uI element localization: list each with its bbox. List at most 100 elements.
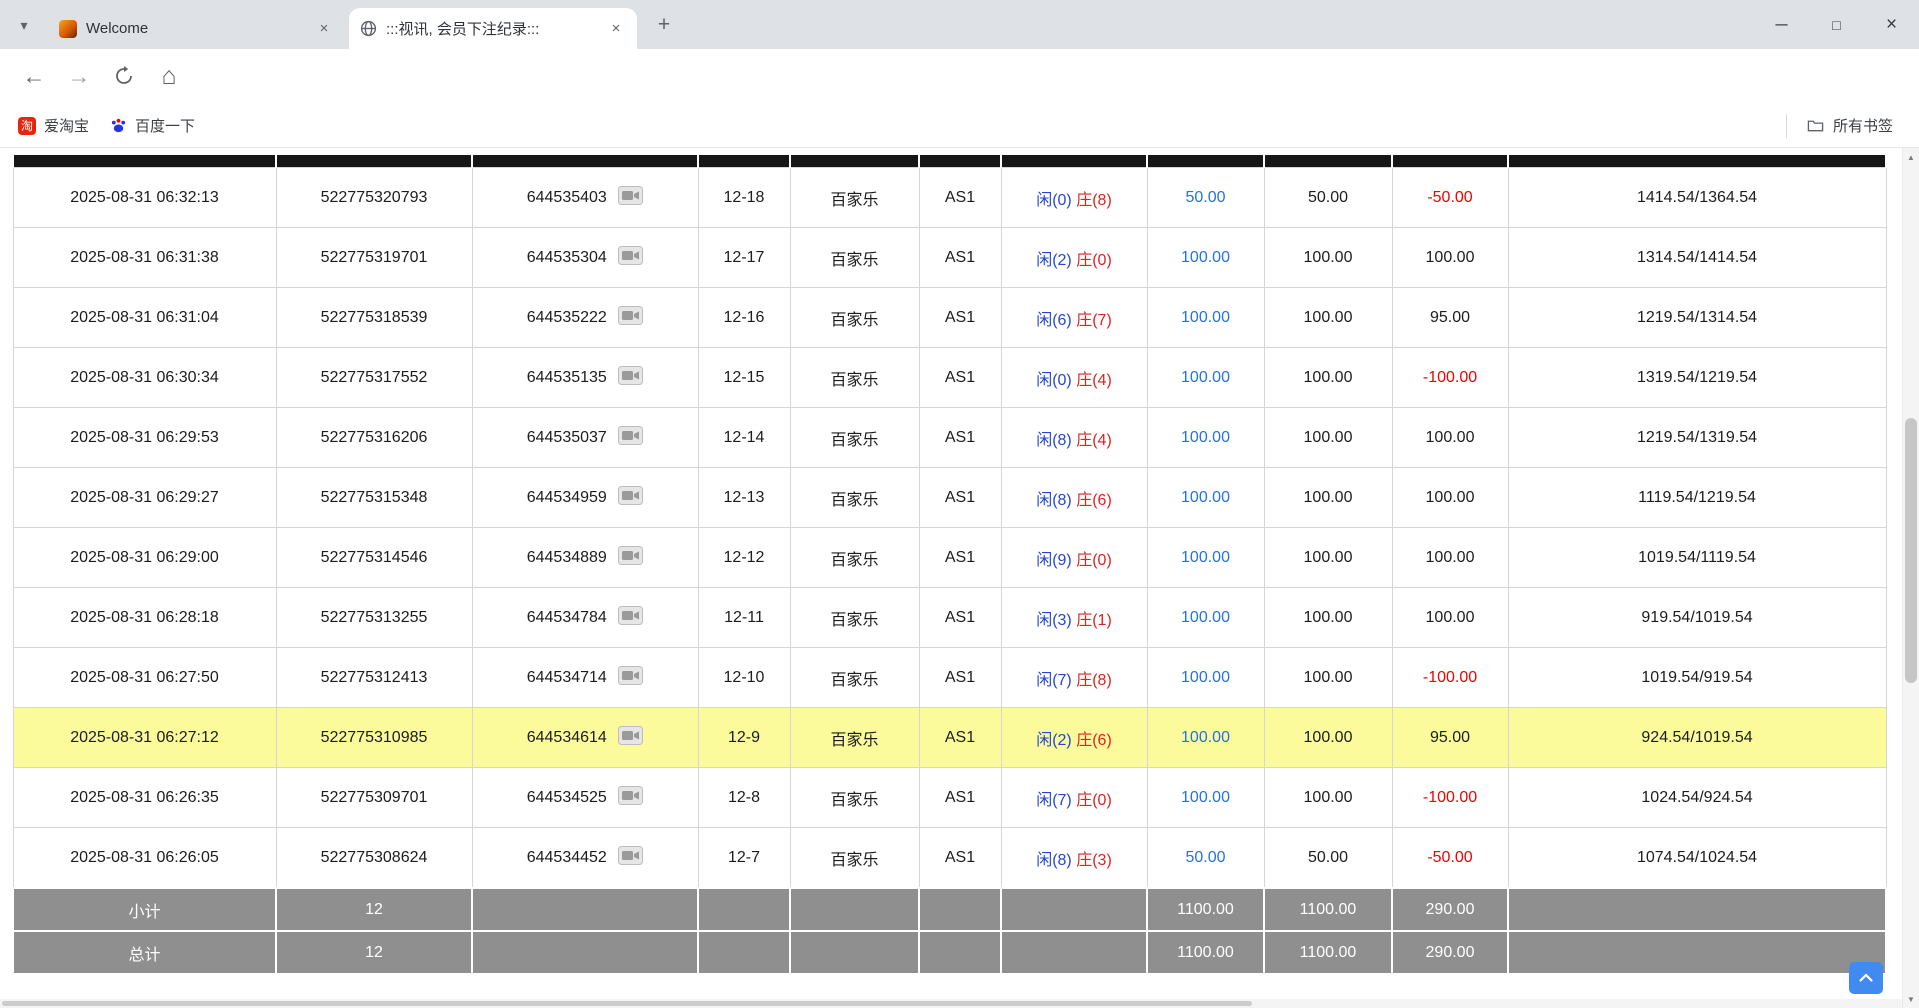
table-row[interactable]: 2025-08-31 06:27:12 522775310985 6445346… — [13, 708, 1886, 768]
baidu-paw-icon — [109, 117, 127, 135]
bet-cell: 闲(0) 庄(4) — [1001, 348, 1147, 408]
bet-player: 闲(0) — [1036, 372, 1072, 389]
table-row[interactable]: 2025-08-31 06:32:13 522775320793 6445354… — [13, 168, 1886, 228]
bookmarks-divider — [1786, 114, 1787, 138]
order-cell: 522775310985 — [276, 708, 472, 768]
vertical-scrollbar-thumb[interactable] — [1905, 418, 1917, 683]
balance-cell: 1319.54/1219.54 — [1508, 348, 1886, 408]
validamount-cell: 50.00 — [1264, 168, 1392, 228]
close-window-button[interactable]: × — [1864, 0, 1919, 49]
table-row[interactable]: 2025-08-31 06:31:04 522775318539 6445352… — [13, 288, 1886, 348]
game-cell: 644535403 — [472, 168, 698, 228]
bookmark-baidu[interactable]: 百度一下 — [99, 110, 205, 142]
gametype-cell: 百家乐 — [790, 588, 919, 648]
game-id: 644535304 — [527, 249, 607, 266]
table-header-stub — [13, 155, 1886, 168]
table-row[interactable]: 2025-08-31 06:27:50 522775312413 6445347… — [13, 648, 1886, 708]
bet-banker: 庄(6) — [1076, 492, 1112, 509]
round-cell: 12-8 — [698, 768, 790, 828]
tab-welcome[interactable]: Welcome × — [49, 8, 345, 49]
header-stub-cell — [1001, 155, 1147, 168]
video-icon[interactable] — [618, 786, 643, 810]
table-row[interactable]: 2025-08-31 06:31:38 522775319701 6445353… — [13, 228, 1886, 288]
header-stub-cell — [698, 155, 790, 168]
game-cell: 644534452 — [472, 828, 698, 889]
bet-player: 闲(8) — [1036, 432, 1072, 449]
round-cell: 12-16 — [698, 288, 790, 348]
bet-player: 闲(2) — [1036, 732, 1072, 749]
gametype-cell: 百家乐 — [790, 768, 919, 828]
tablename-cell: AS1 — [919, 648, 1001, 708]
bet-banker: 庄(0) — [1076, 792, 1112, 809]
folder-icon — [1807, 117, 1825, 135]
tab-close-icon[interactable]: × — [605, 18, 627, 40]
minimize-button[interactable]: ─ — [1754, 0, 1809, 49]
video-icon[interactable] — [618, 246, 643, 270]
game-cell: 644534889 — [472, 528, 698, 588]
vertical-scrollbar[interactable]: ▲ ▼ — [1902, 148, 1919, 1008]
betamount-cell: 50.00 — [1147, 168, 1264, 228]
bet-table-body: 2025-08-31 06:32:13 522775320793 6445354… — [13, 168, 1886, 889]
video-icon[interactable] — [618, 546, 643, 570]
new-tab-button[interactable]: + — [650, 11, 678, 39]
header-stub-cell — [1508, 155, 1886, 168]
maximize-button[interactable]: □ — [1809, 0, 1864, 49]
video-icon[interactable] — [618, 606, 643, 630]
bet-player: 闲(7) — [1036, 792, 1072, 809]
header-stub-cell — [276, 155, 472, 168]
validamount-cell: 100.00 — [1264, 228, 1392, 288]
video-icon[interactable] — [618, 366, 643, 390]
table-row[interactable]: 2025-08-31 06:26:05 522775308624 6445344… — [13, 828, 1886, 889]
forward-button[interactable]: → — [59, 56, 99, 96]
round-cell: 12-10 — [698, 648, 790, 708]
betamount-cell: 100.00 — [1147, 228, 1264, 288]
subtotal-row: 小计 12 1100.00 1100.00 290.00 — [13, 888, 1886, 931]
table-row[interactable]: 2025-08-31 06:28:18 522775313255 6445347… — [13, 588, 1886, 648]
taobao-icon: 淘 — [18, 117, 36, 135]
horizontal-scrollbar[interactable] — [0, 999, 1902, 1008]
reload-button[interactable] — [104, 56, 144, 96]
scroll-up-icon[interactable]: ▲ — [1903, 149, 1919, 165]
table-row[interactable]: 2025-08-31 06:29:53 522775316206 6445350… — [13, 408, 1886, 468]
gametype-cell: 百家乐 — [790, 648, 919, 708]
all-bookmarks-button[interactable]: 所有书签 — [1797, 110, 1903, 142]
bookmark-taobao[interactable]: 淘 爱淘宝 — [8, 110, 99, 142]
order-cell: 522775309701 — [276, 768, 472, 828]
tab-search-icon[interactable]: ▾ — [10, 11, 38, 39]
tab-betrecord[interactable]: :::视讯, 会员下注纪录::: × — [349, 8, 637, 49]
video-icon[interactable] — [618, 426, 643, 450]
video-icon[interactable] — [618, 486, 643, 510]
header-stub-cell — [472, 155, 698, 168]
video-icon[interactable] — [618, 726, 643, 750]
video-icon[interactable] — [618, 306, 643, 330]
table-row[interactable]: 2025-08-31 06:29:27 522775315348 6445349… — [13, 468, 1886, 528]
balance-cell: 1074.54/1024.54 — [1508, 828, 1886, 889]
table-row[interactable]: 2025-08-31 06:30:34 522775317552 6445351… — [13, 348, 1886, 408]
bet-player: 闲(7) — [1036, 672, 1072, 689]
bet-cell: 闲(3) 庄(1) — [1001, 588, 1147, 648]
round-cell: 12-15 — [698, 348, 790, 408]
horizontal-scrollbar-thumb[interactable] — [2, 1001, 1252, 1006]
winloss-cell: -100.00 — [1392, 648, 1508, 708]
time-cell: 2025-08-31 06:31:38 — [13, 228, 276, 288]
video-icon[interactable] — [618, 846, 643, 870]
order-cell: 522775314546 — [276, 528, 472, 588]
table-row[interactable]: 2025-08-31 06:26:35 522775309701 6445345… — [13, 768, 1886, 828]
time-cell: 2025-08-31 06:30:34 — [13, 348, 276, 408]
bet-player: 闲(0) — [1036, 192, 1072, 209]
video-icon[interactable] — [618, 666, 643, 690]
back-button[interactable]: ← — [14, 56, 54, 96]
back-to-top-button[interactable] — [1849, 962, 1883, 994]
tablename-cell: AS1 — [919, 708, 1001, 768]
video-icon[interactable] — [618, 186, 643, 210]
tab-close-icon[interactable]: × — [313, 18, 335, 40]
game-id: 644534525 — [527, 789, 607, 806]
scroll-down-icon[interactable]: ▼ — [1903, 991, 1919, 1007]
game-cell: 644534784 — [472, 588, 698, 648]
home-button[interactable]: ⌂ — [149, 56, 189, 96]
footer-label: 总计 — [13, 931, 276, 974]
balance-cell: 1119.54/1219.54 — [1508, 468, 1886, 528]
game-id: 644535222 — [527, 309, 607, 326]
table-row[interactable]: 2025-08-31 06:29:00 522775314546 6445348… — [13, 528, 1886, 588]
header-stub-cell — [13, 155, 276, 168]
